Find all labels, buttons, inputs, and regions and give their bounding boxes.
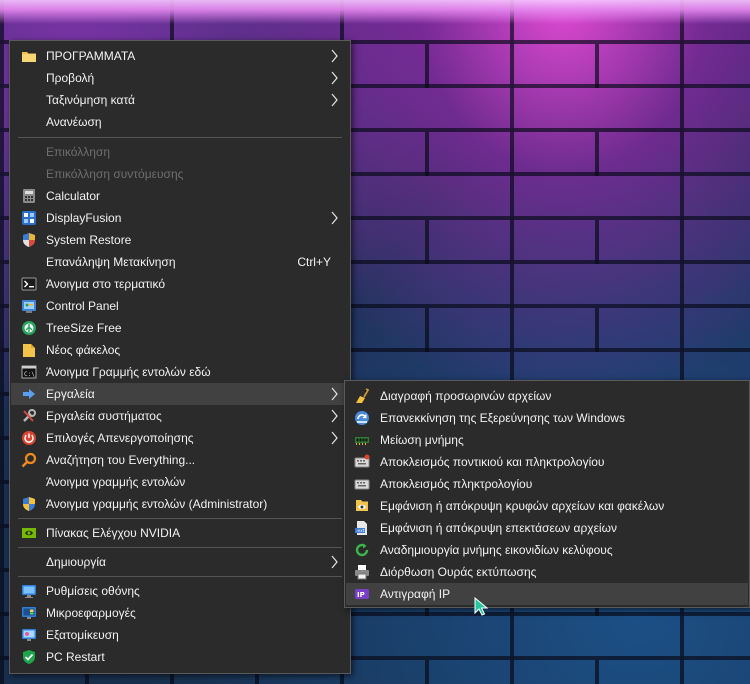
menu-item-personalize[interactable]: Εξατομίκευση bbox=[11, 624, 349, 646]
wallpaper-light-strip bbox=[0, 0, 750, 24]
memory-icon bbox=[354, 432, 370, 448]
admin-shield-icon bbox=[21, 496, 37, 512]
svg-text:.ext: .ext bbox=[356, 528, 365, 534]
chevron-right-icon bbox=[331, 409, 338, 423]
menu-item-nvidia-control-panel[interactable]: Πίνακας Ελέγχου NVIDIA bbox=[11, 522, 349, 544]
submenu-item-restart-explorer[interactable]: Επανεκκίνηση της Εξερεύνησης των Windows bbox=[346, 407, 748, 429]
menu-item-open-cmd-here[interactable]: C:\ Άνοιγμα Γραμμής εντολών εδώ bbox=[11, 361, 349, 383]
folder-icon bbox=[21, 48, 37, 64]
menu-item-open-terminal[interactable]: Άνοιγμα στο τερματικό bbox=[11, 273, 349, 295]
menu-item-calculator[interactable]: Calculator bbox=[11, 185, 349, 207]
svg-text:IP: IP bbox=[357, 591, 365, 599]
submenu-item-copy-ip[interactable]: IP Αντιγραφή IP bbox=[346, 583, 748, 605]
file-extensions-icon: .ext bbox=[354, 520, 370, 536]
tools-icon bbox=[21, 408, 37, 424]
menu-separator bbox=[18, 518, 342, 519]
menu-item-new[interactable]: Δημιουργία bbox=[11, 551, 349, 573]
submenu-item-toggle-hidden-files[interactable]: Εμφάνιση ή απόκρυψη κρυφών αρχείων και φ… bbox=[346, 495, 748, 517]
tools-submenu: Διαγραφή προσωρινών αρχείων Επανεκκίνηση… bbox=[344, 380, 750, 608]
mouse-cursor-icon bbox=[474, 597, 488, 616]
arrow-right-icon bbox=[21, 386, 37, 402]
desktop-context-menu: ΠΡΟΓΡΑΜΜΑΤΑ Προβολή Ταξινόμηση κατά Αναν… bbox=[9, 40, 351, 674]
menu-item-treesize[interactable]: TreeSize Free bbox=[11, 317, 349, 339]
new-folder-icon bbox=[21, 342, 37, 358]
check-shield-icon bbox=[21, 649, 37, 665]
menu-item-sort-by[interactable]: Ταξινόμηση κατά bbox=[11, 89, 349, 111]
chevron-right-icon bbox=[331, 93, 338, 107]
menu-item-shutdown-options[interactable]: Επιλογές Απενεργοποίησης bbox=[11, 427, 349, 449]
chevron-right-icon bbox=[331, 387, 338, 401]
menu-separator bbox=[18, 137, 342, 138]
submenu-item-delete-temp-files[interactable]: Διαγραφή προσωρινών αρχείων bbox=[346, 385, 748, 407]
menu-item-paste[interactable]: Επικόλληση bbox=[11, 141, 349, 163]
keyboard-mouse-lock-icon bbox=[354, 454, 370, 470]
menu-item-system-tools[interactable]: Εργαλεία συστήματος bbox=[11, 405, 349, 427]
displayfusion-icon bbox=[21, 210, 37, 226]
menu-item-pc-restart[interactable]: PC Restart bbox=[11, 646, 349, 668]
treesize-icon bbox=[21, 320, 37, 336]
menu-item-paste-shortcut[interactable]: Επικόλληση συντόμευσης bbox=[11, 163, 349, 185]
explorer-restart-icon bbox=[354, 410, 370, 426]
menu-item-system-restore[interactable]: System Restore bbox=[11, 229, 349, 251]
copy-ip-icon: IP bbox=[354, 586, 370, 602]
menu-item-redo-move[interactable]: Επανάληψη Μετακίνηση Ctrl+Y bbox=[11, 251, 349, 273]
menu-item-displayfusion[interactable]: DisplayFusion bbox=[11, 207, 349, 229]
shortcut-text: Ctrl+Y bbox=[297, 255, 331, 269]
submenu-item-rebuild-icon-cache[interactable]: Αναδημιουργία μνήμης εικονιδίων κελύφους bbox=[346, 539, 748, 561]
menu-item-programs[interactable]: ΠΡΟΓΡΑΜΜΑΤΑ bbox=[11, 45, 349, 67]
menu-separator bbox=[18, 547, 342, 548]
menu-item-open-cmd-admin[interactable]: Άνοιγμα γραμμής εντολών (Administrator) bbox=[11, 493, 349, 515]
shield-icon bbox=[21, 232, 37, 248]
submenu-item-block-keyboard[interactable]: Αποκλεισμός πληκτρολογίου bbox=[346, 473, 748, 495]
refresh-icon bbox=[354, 542, 370, 558]
search-icon bbox=[21, 452, 37, 468]
menu-item-view[interactable]: Προβολή bbox=[11, 67, 349, 89]
menu-item-open-cmd[interactable]: Άνοιγμα γραμμής εντολών bbox=[11, 471, 349, 493]
nvidia-icon bbox=[21, 525, 37, 541]
broom-icon bbox=[354, 388, 370, 404]
menu-item-tools[interactable]: Εργαλεία bbox=[11, 383, 349, 405]
menu-item-gadgets[interactable]: Μικροεφαρμογές bbox=[11, 602, 349, 624]
personalize-icon bbox=[21, 627, 37, 643]
terminal-icon bbox=[21, 276, 37, 292]
menu-item-control-panel[interactable]: Control Panel bbox=[11, 295, 349, 317]
calculator-icon bbox=[21, 188, 37, 204]
chevron-right-icon bbox=[331, 71, 338, 85]
menu-item-search-everything[interactable]: Αναζήτηση του Everything... bbox=[11, 449, 349, 471]
chevron-right-icon bbox=[331, 211, 338, 225]
chevron-right-icon bbox=[331, 49, 338, 63]
svg-text:C:\: C:\ bbox=[24, 371, 35, 378]
menu-item-display-settings[interactable]: Ρυθμίσεις οθόνης bbox=[11, 580, 349, 602]
control-panel-icon bbox=[21, 298, 37, 314]
menu-item-refresh[interactable]: Ανανέωση bbox=[11, 111, 349, 133]
submenu-item-toggle-file-extensions[interactable]: .ext Εμφάνιση ή απόκρυψη επεκτάσεων αρχε… bbox=[346, 517, 748, 539]
submenu-item-reduce-memory[interactable]: Μείωση μνήμης bbox=[346, 429, 748, 451]
display-settings-icon bbox=[21, 583, 37, 599]
menu-item-new-folder[interactable]: Νέος φάκελος bbox=[11, 339, 349, 361]
chevron-right-icon bbox=[331, 431, 338, 445]
menu-separator bbox=[18, 576, 342, 577]
printer-icon bbox=[354, 564, 370, 580]
hidden-files-icon bbox=[354, 498, 370, 514]
submenu-item-block-mouse-keyboard[interactable]: Αποκλεισμός ποντικιού και πληκτρολογίου bbox=[346, 451, 748, 473]
submenu-item-fix-print-queue[interactable]: Διόρθωση Ουράς εκτύπωσης bbox=[346, 561, 748, 583]
power-icon bbox=[21, 430, 37, 446]
cmd-icon: C:\ bbox=[21, 364, 37, 380]
gadgets-icon bbox=[21, 605, 37, 621]
chevron-right-icon bbox=[331, 555, 338, 569]
keyboard-lock-icon bbox=[354, 476, 370, 492]
